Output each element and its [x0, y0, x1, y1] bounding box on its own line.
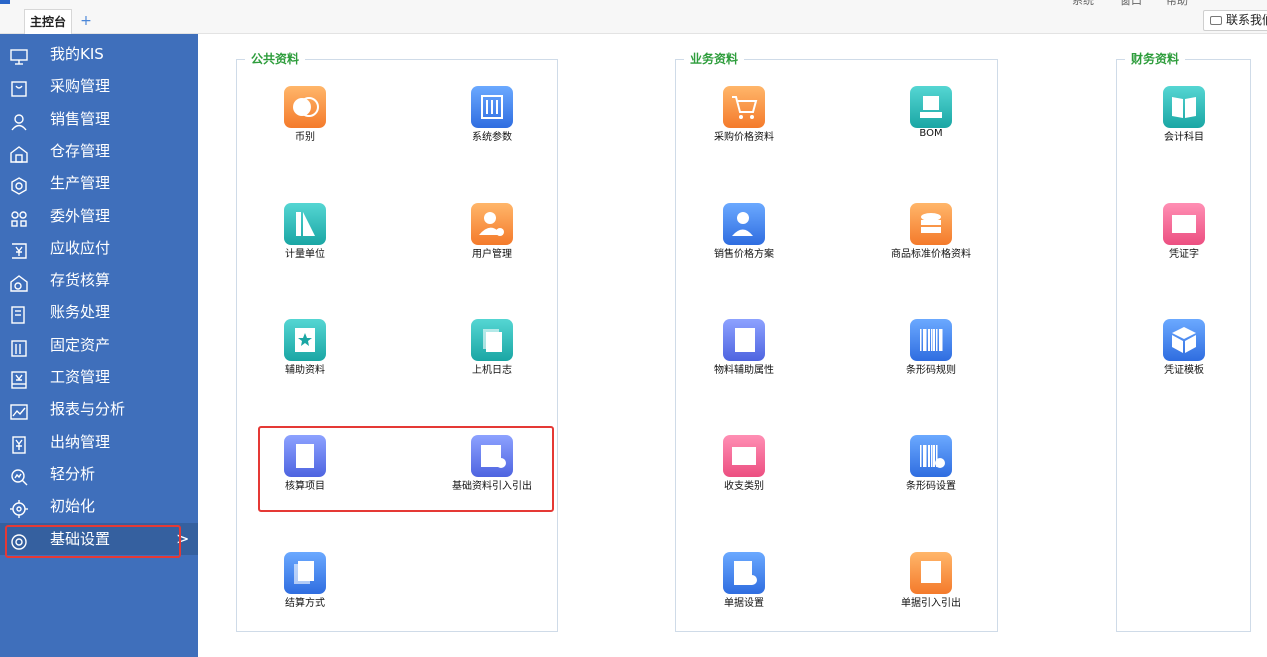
sidebar-item-label: 销售管理 — [50, 109, 111, 128]
sidebar-item-label: 仓存管理 — [50, 141, 111, 160]
inventory-icon — [9, 271, 29, 292]
sidebar-item-3[interactable]: 仓存管理 — [0, 135, 198, 167]
sidebar-item-label: 初始化 — [50, 497, 96, 516]
add-tab-button[interactable]: + — [76, 11, 96, 31]
sidebar-item-13[interactable]: 轻分析 — [0, 458, 198, 490]
sidebar-item-label: 出纳管理 — [50, 432, 111, 451]
sidebar-item-label: 采购管理 — [50, 77, 111, 96]
sidebar-item-5[interactable]: 委外管理 — [0, 200, 198, 232]
salary-icon — [9, 368, 29, 389]
menu-help[interactable]: 帮助 — [1166, 0, 1188, 7]
app-logo — [0, 0, 10, 4]
sidebar-item-label: 我的KIS — [50, 45, 104, 63]
top-bar: 系统 窗口 帮助 主控台 + 联系我们 — [0, 0, 1267, 34]
sidebar-item-1[interactable]: 采购管理 — [0, 70, 198, 102]
sidebar-item-11[interactable]: 报表与分析 — [0, 393, 198, 425]
sidebar-item-12[interactable]: 出纳管理 — [0, 426, 198, 458]
panel-1: 业务资料 — [675, 51, 998, 632]
money-icon — [9, 239, 29, 259]
contact-us-label: 联系我们 — [1226, 13, 1267, 27]
panel-title: 业务资料 — [684, 51, 745, 67]
chart-icon — [9, 400, 29, 420]
cashier-icon — [9, 433, 29, 454]
sidebar-item-2[interactable]: 销售管理 — [0, 103, 198, 135]
sidebar-item-label: 委外管理 — [50, 206, 111, 225]
user-icon — [9, 110, 29, 131]
tab-main-console[interactable]: 主控台 — [24, 9, 72, 34]
production-icon — [9, 174, 29, 195]
outsource-icon — [9, 207, 29, 227]
panel-0: 公共资料 — [236, 51, 558, 632]
building-icon — [9, 336, 29, 357]
highlight-basic-settings — [5, 525, 181, 558]
sidebar-item-label: 应收应付 — [50, 238, 111, 257]
sidebar-item-label: 轻分析 — [50, 464, 96, 483]
sidebar-item-0[interactable]: 我的KIS — [0, 38, 198, 70]
ledger-icon — [9, 303, 29, 325]
sidebar-item-label: 固定资产 — [50, 335, 111, 354]
menu-system[interactable]: 系统 — [1072, 0, 1094, 7]
sidebar-item-14[interactable]: 初始化 — [0, 490, 198, 522]
sidebar-item-label: 工资管理 — [50, 368, 111, 386]
sidebar-item-7[interactable]: 存货核算 — [0, 264, 198, 296]
cart-icon — [9, 77, 29, 97]
analysis-icon — [9, 465, 29, 486]
sidebar-item-label: 账务处理 — [50, 303, 111, 322]
panel-2: 财务资料 — [1116, 51, 1251, 632]
sidebar-item-4[interactable]: 生产管理 — [0, 167, 198, 199]
panel-title: 公共资料 — [245, 51, 306, 67]
message-icon — [1210, 16, 1222, 25]
contact-us-button[interactable]: 联系我们 — [1203, 10, 1267, 31]
panel-title: 财务资料 — [1125, 51, 1186, 67]
sidebar-item-9[interactable]: 固定资产 — [0, 329, 198, 361]
init-icon — [9, 497, 29, 519]
sidebar: 我的KIS 采购管理销售管理仓存管理生产管理委外管理应收应付存货核算账务处理固定资… — [0, 34, 198, 657]
warehouse-icon — [9, 142, 29, 163]
sidebar-item-10[interactable]: 工资管理 — [0, 361, 198, 393]
sidebar-item-label: 报表与分析 — [50, 400, 126, 419]
monitor-icon — [9, 45, 29, 65]
menu-window[interactable]: 窗口 — [1120, 0, 1142, 7]
sidebar-item-8[interactable]: 账务处理 — [0, 296, 198, 328]
sidebar-item-6[interactable]: 应收应付 — [0, 232, 198, 264]
sidebar-item-label: 存货核算 — [50, 271, 111, 290]
sidebar-item-label: 生产管理 — [50, 174, 111, 193]
